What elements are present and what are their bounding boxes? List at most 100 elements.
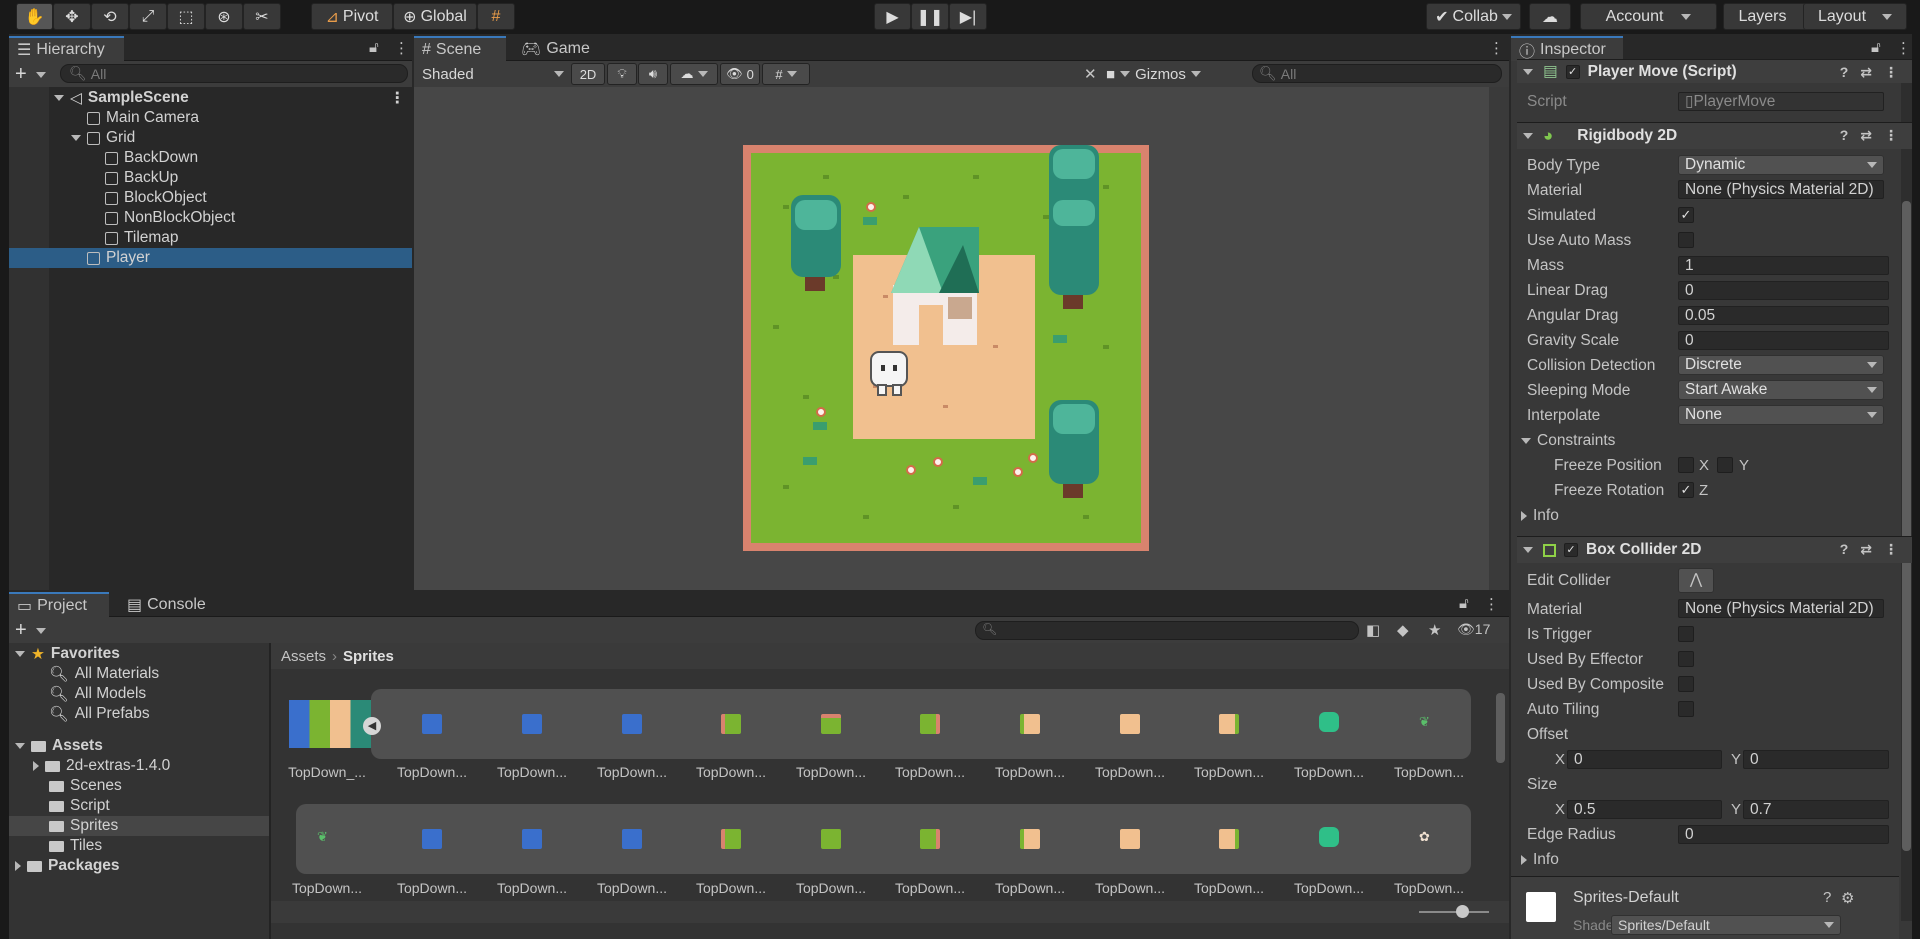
size-x-field[interactable]: 0.5 bbox=[1567, 800, 1722, 819]
asset-label[interactable]: TopDown... bbox=[382, 880, 482, 896]
preset-icon[interactable]: ⇄ bbox=[1860, 127, 1872, 144]
size-y-field[interactable]: 0.7 bbox=[1743, 800, 1889, 819]
more-icon[interactable]: ⋮ bbox=[1489, 39, 1504, 57]
sprite-thumbnail[interactable] bbox=[721, 829, 741, 849]
star-icon[interactable]: ★ bbox=[1428, 621, 1441, 639]
zoom-slider-handle[interactable] bbox=[1456, 905, 1469, 918]
edge-radius-field[interactable]: 0 bbox=[1678, 825, 1889, 844]
box-collider-enabled-checkbox[interactable]: ✓ bbox=[1564, 543, 1578, 557]
filter-type-icon[interactable]: ◧ bbox=[1366, 621, 1380, 639]
chevron-right-icon[interactable] bbox=[15, 861, 21, 871]
help-icon[interactable]: ? bbox=[1840, 541, 1849, 558]
sprite-thumbnail[interactable] bbox=[1319, 712, 1339, 732]
sprite-thumbnail[interactable] bbox=[522, 829, 542, 849]
hidden-packages-toggle[interactable]: 👁︎17 bbox=[1457, 621, 1490, 638]
fav-all-prefabs[interactable]: 🔍︎ All Prefabs bbox=[49, 704, 150, 724]
help-icon[interactable]: ? bbox=[1840, 127, 1849, 144]
rect-tool-button[interactable]: ⬚ bbox=[167, 3, 205, 30]
preset-icon[interactable]: ⇄ bbox=[1860, 541, 1872, 558]
pause-button[interactable]: ❚❚ bbox=[911, 3, 949, 30]
sprite-thumbnail[interactable] bbox=[1020, 829, 1040, 849]
hierarchy-item-nonblockobject[interactable]: NonBlockObject bbox=[105, 208, 235, 228]
chevron-down-icon[interactable] bbox=[54, 95, 64, 101]
sprite-thumbnail[interactable] bbox=[1219, 829, 1239, 849]
help-icon[interactable]: ? bbox=[1840, 64, 1849, 81]
trigger-checkbox[interactable] bbox=[1678, 626, 1694, 642]
chevron-right-icon[interactable] bbox=[33, 761, 39, 771]
tab-console[interactable]: ▤ Console bbox=[119, 592, 214, 617]
collider-info-foldout[interactable]: Info bbox=[1521, 851, 1559, 869]
hierarchy-item-tilemap[interactable]: Tilemap bbox=[105, 228, 179, 248]
grid-dropdown[interactable]: # bbox=[762, 63, 810, 85]
sprite-thumbnail[interactable] bbox=[1120, 829, 1140, 849]
sprite-thumbnail[interactable] bbox=[721, 714, 741, 734]
tab-project[interactable]: ▭ Project bbox=[9, 592, 109, 617]
tools-icon[interactable]: ✕ bbox=[1084, 65, 1097, 83]
gravity-field[interactable]: 0 bbox=[1678, 331, 1889, 350]
chevron-down-icon[interactable] bbox=[71, 135, 81, 141]
grid-snap-button[interactable]: # bbox=[477, 3, 515, 30]
sprite-thumbnail[interactable]: ❦ bbox=[317, 829, 337, 849]
add-icon[interactable]: + bbox=[15, 619, 27, 642]
asset-label[interactable]: TopDown... bbox=[1080, 880, 1180, 896]
level-tilemap[interactable] bbox=[743, 145, 1149, 551]
asset-label[interactable]: TopDown... bbox=[781, 880, 881, 896]
hierarchy-item-backdown[interactable]: BackDown bbox=[105, 148, 198, 168]
asset-label[interactable]: TopDown... bbox=[1179, 880, 1279, 896]
lock-icon[interactable]: 🔓︎ bbox=[369, 39, 379, 56]
asset-label[interactable]: TopDown... bbox=[781, 764, 881, 780]
asset-label[interactable]: TopDown... bbox=[1279, 880, 1379, 896]
sprite-thumbnail[interactable]: ✿ bbox=[1419, 829, 1439, 849]
account-dropdown[interactable]: Account bbox=[1580, 3, 1717, 30]
asset-label[interactable]: TopDown... bbox=[980, 764, 1080, 780]
asset-label[interactable]: TopDown... bbox=[880, 764, 980, 780]
breadcrumb-assets[interactable]: Assets bbox=[281, 648, 326, 665]
audio-toggle[interactable]: 🔊︎ bbox=[638, 63, 668, 85]
lock-icon[interactable]: 🔓︎ bbox=[1871, 39, 1881, 56]
step-button[interactable]: ▶| bbox=[949, 3, 987, 30]
edit-collider-button[interactable]: ⋀ bbox=[1678, 568, 1714, 593]
tab-game[interactable]: 🎮︎ Game bbox=[513, 36, 598, 61]
body-type-dropdown[interactable]: Dynamic bbox=[1678, 155, 1884, 175]
hierarchy-search-input[interactable]: 🔍︎ All bbox=[60, 64, 408, 83]
scene-root[interactable]: ◁ SampleScene ⋮ bbox=[54, 88, 409, 108]
more-icon[interactable]: ⋮ bbox=[1896, 39, 1911, 57]
asset-label[interactable]: TopDown... bbox=[482, 880, 582, 896]
folder-tiles[interactable]: Tiles bbox=[49, 836, 102, 856]
asset-label[interactable]: TopDown... bbox=[1080, 764, 1180, 780]
transform-tool-button[interactable]: ⊛ bbox=[205, 3, 243, 30]
asset-label[interactable]: TopDown... bbox=[681, 880, 781, 896]
hierarchy-item-blockobject[interactable]: BlockObject bbox=[105, 188, 207, 208]
scrollbar-thumb[interactable] bbox=[1902, 201, 1911, 851]
auto-mass-checkbox[interactable] bbox=[1678, 232, 1694, 248]
label-icon[interactable]: ◆ bbox=[1397, 621, 1409, 639]
cloud-button[interactable]: ☁ bbox=[1529, 3, 1571, 30]
lock-icon[interactable]: 🔓︎ bbox=[1459, 595, 1469, 612]
gizmos-dropdown[interactable]: ■ Gizmos bbox=[1106, 64, 1216, 84]
asset-label[interactable]: TopDown... bbox=[582, 880, 682, 896]
asset-label[interactable]: TopDown... bbox=[880, 880, 980, 896]
fav-all-materials[interactable]: 🔍︎ All Materials bbox=[49, 664, 159, 684]
asset-label[interactable]: TopDown_... bbox=[277, 764, 377, 780]
player-move-enabled-checkbox[interactable]: ✓ bbox=[1565, 64, 1580, 79]
preset-icon[interactable]: ⇄ bbox=[1860, 64, 1872, 81]
linear-drag-field[interactable]: 0 bbox=[1678, 281, 1889, 300]
chevron-down-icon[interactable] bbox=[1523, 133, 1533, 139]
more-icon[interactable]: ⋮ bbox=[1884, 127, 1898, 144]
constraints-foldout[interactable]: Constraints bbox=[1521, 432, 1615, 450]
project-search-input[interactable]: 🔍︎ bbox=[975, 621, 1359, 640]
asset-label[interactable]: TopDown... bbox=[482, 764, 582, 780]
scale-tool-button[interactable]: ⤢ bbox=[129, 3, 167, 30]
folder-2d-extras[interactable]: 2d-extras-1.4.0 bbox=[33, 756, 170, 776]
effects-dropdown[interactable]: ☁ bbox=[670, 63, 718, 85]
rigidbody-info-foldout[interactable]: Info bbox=[1521, 507, 1559, 525]
sprite-thumbnail[interactable] bbox=[920, 829, 940, 849]
rotate-tool-button[interactable]: ⟲ bbox=[91, 3, 129, 30]
scene-canvas[interactable] bbox=[414, 87, 1509, 590]
asset-label[interactable]: TopDown... bbox=[382, 764, 482, 780]
chevron-down-icon[interactable] bbox=[15, 651, 25, 657]
player-move-header[interactable]: ▤ ✓ Player Move (Script) ? ⇄ ⋮ bbox=[1517, 59, 1912, 83]
asset-label[interactable]: TopDown... bbox=[1379, 880, 1479, 896]
tab-inspector[interactable]: ⓘ Inspector bbox=[1511, 36, 1623, 61]
asset-scrollbar[interactable] bbox=[1493, 671, 1507, 911]
